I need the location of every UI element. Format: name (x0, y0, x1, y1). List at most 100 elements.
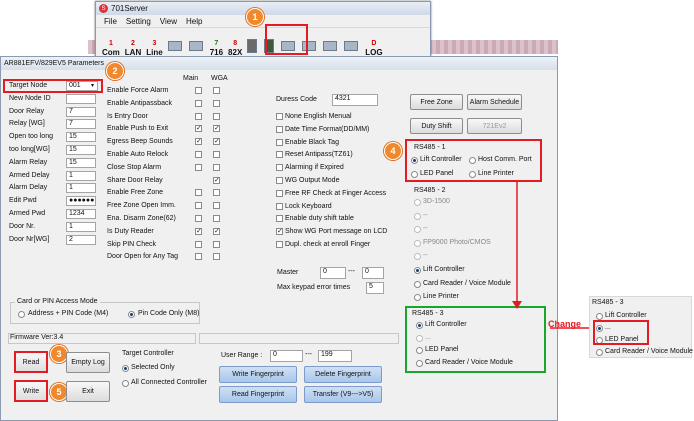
option-wga-checkbox-skip-pin-check[interactable] (213, 240, 220, 248)
option-main-checkbox-is-entry-door[interactable] (195, 112, 202, 120)
toolbar-com-button[interactable]: 1 Com (102, 39, 120, 57)
option-wga-checkbox-is-duty-reader[interactable]: ✓ (213, 227, 220, 235)
rs485-3-radio-led-panel-2[interactable] (416, 347, 423, 354)
menu-help[interactable]: Help (186, 17, 202, 26)
toolbar-line-button[interactable]: 3 Line (146, 39, 162, 57)
col-header-wga: WGA (211, 75, 228, 82)
setting-checkbox-dupl-check-at-enroll-finger[interactable] (276, 241, 283, 248)
option-wga-checkbox-egress-beep-sounds[interactable]: ✓ (213, 138, 220, 146)
input-door-nr[interactable]: 1 (66, 221, 96, 232)
input-door-nr-wg[interactable]: 2 (66, 234, 96, 245)
menu-file[interactable]: File (104, 17, 117, 26)
free-zone-button[interactable]: Free Zone (410, 94, 463, 110)
setting-label-alarming-if-expired: Alarming if Expired (285, 164, 344, 172)
read-fingerprint-button[interactable]: Read Fingerprint (219, 386, 297, 403)
monitor-icon[interactable] (167, 40, 182, 51)
label-alarm-delay: Alarm Delay (9, 184, 48, 192)
setting-checkbox-free-rf-check-at-finger-access[interactable] (276, 189, 283, 197)
card-icon[interactable] (188, 40, 203, 51)
option-wga-checkbox-enable-push-to-exit[interactable]: ✓ (213, 125, 220, 133)
side-radio-card-reader-voice-module-3[interactable] (596, 349, 603, 356)
option-main-checkbox-enable-free-zone[interactable] (195, 189, 202, 197)
rs485-3-radio-card-reader-voice-module-3[interactable] (416, 359, 423, 367)
setting-checkbox-alarming-if-expired[interactable] (276, 164, 283, 172)
option-main-checkbox-enable-antipassback[interactable] (195, 99, 202, 107)
master-from-input[interactable]: 0 (320, 267, 346, 279)
target-selected-only-radio[interactable] (122, 365, 129, 372)
rs485-2-radio-card-reader-voice-module-6[interactable] (414, 280, 421, 288)
option-main-checkbox-ena-disarm-zone-62[interactable] (195, 215, 202, 222)
input-relay-wg[interactable]: 7 (66, 119, 96, 130)
delete-fingerprint-button[interactable]: Delete Fingerprint (304, 366, 382, 383)
option-main-checkbox-is-duty-reader[interactable]: ✓ (195, 227, 202, 235)
option-wga-checkbox-close-stop-alarm[interactable] (213, 163, 220, 171)
input-open-too-long[interactable]: 15 (66, 132, 96, 143)
option-main-checkbox-skip-pin-check[interactable] (195, 240, 202, 248)
setting-checkbox-enable-duty-shift-table[interactable] (276, 215, 283, 223)
write-fingerprint-button[interactable]: Write Fingerprint (219, 366, 297, 383)
user-range-to-input[interactable]: 199 (318, 350, 352, 362)
option-wga-checkbox-enable-free-zone[interactable] (213, 189, 220, 197)
toolbar-lan-button[interactable]: 2 LAN (125, 39, 141, 57)
option-main-checkbox-enable-auto-relock[interactable] (195, 151, 202, 158)
option-wga-checkbox-is-entry-door[interactable] (213, 112, 220, 120)
setting-checkbox-wg-output-mode[interactable] (276, 177, 283, 184)
setting-checkbox-none-english-menual[interactable] (276, 113, 283, 120)
access-mode-radio-m8[interactable] (128, 311, 135, 318)
user-range-from-input[interactable]: 0 (270, 350, 303, 362)
reader-icon[interactable] (247, 38, 258, 53)
setting-checkbox-date-time-format-dd-mm[interactable] (276, 125, 283, 133)
input-too-long-wg[interactable]: 15 (66, 145, 96, 155)
target-all-radio[interactable] (122, 380, 129, 387)
keypad-input[interactable]: 5 (366, 282, 384, 294)
input-alarm-relay[interactable]: 15 (66, 157, 96, 168)
side-radio-lift-controller-0[interactable] (596, 313, 603, 320)
rs485-2-radio-lift-controller-5[interactable] (414, 267, 421, 274)
transfer-button[interactable]: Transfer (V9--->V5) (304, 386, 382, 403)
option-wga-checkbox-door-open-for-any-tag[interactable] (213, 253, 220, 261)
rs485-3-label-card-reader-voice-module-3: Card Reader / Voice Module (425, 358, 513, 366)
option-wga-checkbox-enable-force-alarm[interactable] (213, 87, 220, 94)
option-main-checkbox-door-open-for-any-tag[interactable] (195, 253, 202, 261)
empty-log-button[interactable]: Empty Log (66, 352, 110, 373)
option-main-checkbox-enable-push-to-exit[interactable]: ✓ (195, 125, 202, 133)
input-edit-pwd[interactable]: ●●●●●● (66, 196, 96, 207)
rs485-3-radio-lift-controller-0[interactable] (416, 322, 423, 329)
access-mode-radio-m4[interactable] (18, 311, 25, 318)
input-alarm-delay[interactable]: 1 (66, 183, 96, 194)
clock-icon[interactable] (344, 40, 359, 51)
option-wga-checkbox-share-door-relay[interactable]: ✓ (213, 176, 220, 184)
duress-input[interactable]: 4321 (332, 94, 378, 106)
toolbar-82x-button[interactable]: 8 82X (228, 39, 242, 57)
option-main-checkbox-enable-force-alarm[interactable] (195, 87, 202, 94)
setting-checkbox-reset-antipass-tz61[interactable] (276, 151, 283, 159)
toolbar-log-button[interactable]: D LOG (365, 39, 382, 57)
master-to-input[interactable]: 0 (362, 267, 384, 279)
input-door-relay[interactable]: 7 (66, 106, 96, 117)
toolbar-com-num: 1 (108, 40, 113, 47)
setting-label-show-wg-port-message-on-lcd: Show WG Port message on LCD (285, 228, 388, 236)
input-armed-pwd[interactable]: 1234 (66, 209, 96, 219)
setting-checkbox-show-wg-port-message-on-lcd[interactable]: ✓ (276, 228, 283, 236)
option-wga-checkbox-enable-auto-relock[interactable] (213, 151, 220, 158)
option-wga-checkbox-ena-disarm-zone-62[interactable] (213, 215, 220, 222)
toolbar-log-num: D (371, 40, 377, 47)
exit-button[interactable]: Exit (66, 381, 110, 402)
duty-shift-button[interactable]: Duty Shift (410, 118, 463, 134)
toolbar-716-button[interactable]: 7 716 (210, 39, 223, 57)
input-armed-delay[interactable]: 1 (66, 170, 96, 181)
rs485-3-radio-blank-1 (416, 334, 423, 342)
menu-view[interactable]: View (160, 17, 177, 26)
setting-checkbox-lock-keyboard[interactable] (276, 202, 283, 210)
menu-setting[interactable]: Setting (126, 17, 151, 26)
setting-checkbox-enable-black-tag[interactable] (276, 138, 283, 146)
gear-icon[interactable] (323, 40, 338, 51)
option-wga-checkbox-free-zone-open-imm[interactable] (213, 202, 220, 210)
col-header-main: Main (183, 75, 199, 82)
option-main-checkbox-close-stop-alarm[interactable] (195, 163, 202, 171)
alarm-schedule-button[interactable]: Alarm Schedule (467, 94, 522, 110)
option-main-checkbox-free-zone-open-imm[interactable] (195, 202, 202, 210)
input-new-node-id[interactable] (66, 93, 96, 104)
option-main-checkbox-egress-beep-sounds[interactable]: ✓ (195, 138, 202, 146)
option-wga-checkbox-enable-antipassback[interactable] (213, 99, 220, 107)
